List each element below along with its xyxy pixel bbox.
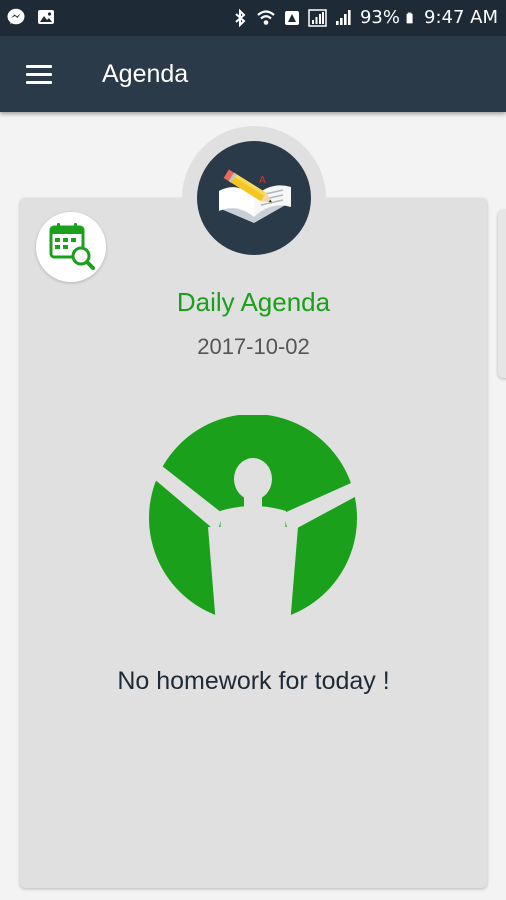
celebrating-person-icon — [140, 415, 366, 625]
calendar-search-button[interactable] — [36, 212, 106, 282]
card-title: Daily Agenda — [176, 287, 331, 317]
messenger-icon — [7, 8, 25, 25]
signal-strength-icon — [335, 9, 351, 25]
bluetooth-icon — [235, 8, 246, 27]
next-card-edge[interactable] — [498, 210, 506, 378]
status-bar: 93% 9:47 AM — [0, 0, 506, 36]
calendar-search-icon — [49, 223, 95, 270]
data-icon — [284, 10, 299, 25]
empty-state-message: No homework for today ! — [117, 667, 390, 695]
book-pencil-icon: A — [197, 141, 311, 255]
status-right-icons: 93% 9:47 AM — [230, 7, 498, 28]
svg-text:A: A — [259, 175, 266, 186]
battery-icon — [406, 12, 413, 23]
wifi-icon — [257, 9, 275, 25]
gallery-icon — [38, 10, 54, 24]
clock: 9:47 AM — [424, 7, 498, 28]
hamburger-menu-icon[interactable] — [22, 58, 58, 94]
agenda-date: 2017-10-02 — [197, 334, 310, 359]
status-left-icons — [6, 7, 56, 27]
signal-icon — [308, 8, 327, 27]
battery-percent: 93% — [359, 7, 400, 28]
page-title: Agenda — [102, 60, 189, 88]
app-bar: Agenda — [0, 36, 506, 112]
